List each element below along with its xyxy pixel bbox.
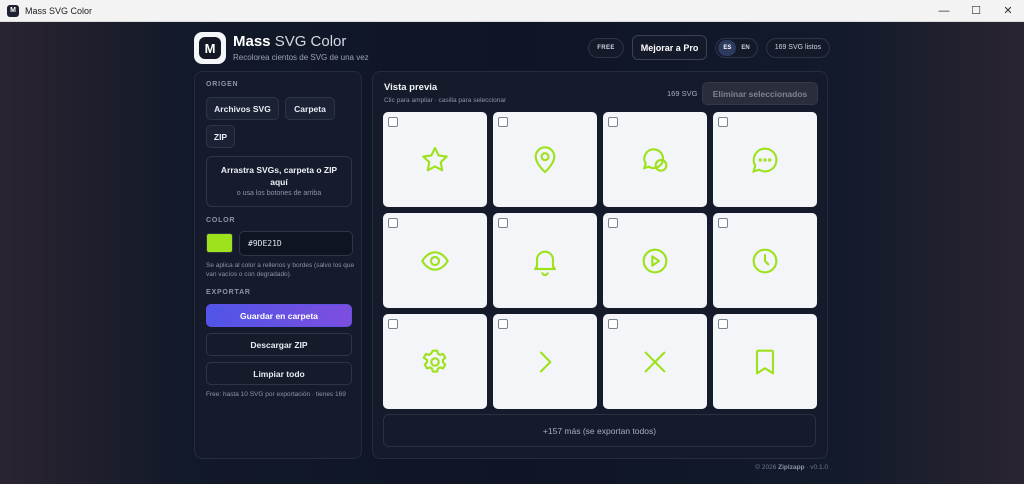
- close-window-button[interactable]: ✕: [992, 0, 1024, 21]
- logo-letter: M: [199, 37, 221, 59]
- icon-tile[interactable]: [383, 213, 487, 308]
- zip-button[interactable]: ZIP: [206, 125, 235, 148]
- lang-es[interactable]: ES: [718, 39, 737, 56]
- header-actions: FREE Mejorar a Pro ES EN 169 SVG listos: [588, 35, 830, 60]
- app-icon: M: [7, 4, 19, 17]
- clear-all-button[interactable]: Limpiar todo: [206, 362, 352, 385]
- bookmark-icon: [755, 349, 775, 374]
- map-pin-icon: [534, 145, 556, 173]
- tile-checkbox[interactable]: [388, 319, 398, 329]
- tile-checkbox[interactable]: [498, 117, 508, 127]
- play-circle-icon: [642, 248, 668, 273]
- clock-icon: [752, 248, 778, 273]
- files-svg-button[interactable]: Archivos SVG: [206, 97, 279, 120]
- app-logo: M: [194, 32, 226, 64]
- app-header: M Mass SVG Color Recolorea cientos de SV…: [194, 32, 830, 64]
- tile-checkbox[interactable]: [498, 319, 508, 329]
- tile-checkbox[interactable]: [718, 218, 728, 228]
- dropzone[interactable]: Arrastra SVGs, carpeta o ZIP aquí o usa …: [206, 156, 352, 207]
- tile-checkbox[interactable]: [718, 117, 728, 127]
- export-label: EXPORTAR: [206, 289, 251, 296]
- maximize-button[interactable]: ☐: [960, 0, 992, 21]
- close-x-icon: [644, 351, 666, 372]
- icon-tile[interactable]: [603, 213, 707, 308]
- language-switcher: ES EN: [715, 37, 758, 58]
- dropzone-title: Arrastra SVGs, carpeta o ZIP aquí: [220, 165, 338, 187]
- export-note: Free: hasta 10 SVG por exportación · tie…: [206, 391, 346, 398]
- upgrade-pro-button[interactable]: Mejorar a Pro: [631, 35, 708, 60]
- message-dots-icon: [752, 147, 778, 173]
- star-icon: [422, 146, 448, 171]
- icon-tile[interactable]: [713, 112, 817, 207]
- more-icons-indicator[interactable]: +157 más (se exportan todos): [383, 414, 816, 447]
- eye-icon: [421, 250, 449, 271]
- delete-selected-button[interactable]: Eliminar seleccionados: [702, 82, 818, 105]
- icon-tile[interactable]: [383, 112, 487, 207]
- copyright-text: © 2026: [755, 464, 779, 471]
- tile-checkbox[interactable]: [388, 218, 398, 228]
- footer-brand[interactable]: Ziplzapp: [778, 464, 804, 471]
- download-zip-button[interactable]: Descargar ZIP: [206, 333, 352, 356]
- icon-tile[interactable]: [713, 213, 817, 308]
- sidebar-panel: ORIGEN Archivos SVG Carpeta ZIP Arrastra…: [194, 71, 362, 459]
- origin-label: ORIGEN: [206, 81, 239, 88]
- icon-tile[interactable]: [493, 213, 597, 308]
- window-titlebar: M Mass SVG Color — ☐ ✕: [0, 0, 1024, 22]
- app-body: M Mass SVG Color Recolorea cientos de SV…: [0, 22, 1024, 484]
- icon-tile[interactable]: [713, 314, 817, 409]
- chevron-right-icon: [539, 351, 552, 372]
- tile-checkbox[interactable]: [608, 218, 618, 228]
- tile-checkbox[interactable]: [718, 319, 728, 329]
- icon-tile[interactable]: [603, 314, 707, 409]
- preview-panel: Vista previa Clic para ampliar · casilla…: [372, 71, 828, 459]
- status-badge: 169 SVG listos: [765, 37, 830, 58]
- icon-grid: [383, 112, 817, 409]
- lang-en[interactable]: EN: [736, 40, 754, 56]
- window-controls: — ☐ ✕: [928, 0, 1024, 21]
- brand-bold: Mass: [233, 33, 271, 50]
- folder-button[interactable]: Carpeta: [285, 97, 335, 120]
- tile-checkbox[interactable]: [608, 319, 618, 329]
- version-text: · v0.1.0: [804, 464, 828, 471]
- chat-bubbles-icon: [642, 147, 668, 172]
- tile-checkbox[interactable]: [608, 117, 618, 127]
- color-swatch[interactable]: [206, 233, 233, 253]
- icon-tile[interactable]: [383, 314, 487, 409]
- color-label: COLOR: [206, 217, 236, 224]
- window-title: Mass SVG Color: [25, 5, 93, 16]
- icon-tile[interactable]: [603, 112, 707, 207]
- brand-light: SVG Color: [270, 33, 347, 50]
- tagline: Recolorea cientos de SVG de una vez: [233, 53, 369, 62]
- brand-name: Mass SVG Color: [233, 33, 346, 50]
- bell-icon: [533, 250, 557, 276]
- icon-tile[interactable]: [493, 112, 597, 207]
- plan-badge: FREE: [588, 37, 624, 58]
- icon-tile[interactable]: [493, 314, 597, 409]
- dropzone-subtitle: o usa los botones de arriba: [236, 190, 322, 197]
- preview-subtitle: Clic para ampliar · casilla para selecci…: [384, 97, 507, 104]
- preview-title: Vista previa: [384, 82, 438, 93]
- footer: © 2026 Ziplzapp · v0.1.0: [755, 464, 828, 471]
- settings-gear-icon: [422, 349, 447, 373]
- save-folder-button[interactable]: Guardar en carpeta: [206, 304, 352, 327]
- color-help-text: Se aplica al color a rellenos y bordes (…: [206, 262, 355, 278]
- svg-count: 169 SVG: [667, 89, 698, 98]
- minimize-button[interactable]: —: [928, 0, 960, 21]
- tile-checkbox[interactable]: [388, 117, 398, 127]
- color-hex-input[interactable]: #9DE21D: [239, 231, 353, 256]
- tile-checkbox[interactable]: [498, 218, 508, 228]
